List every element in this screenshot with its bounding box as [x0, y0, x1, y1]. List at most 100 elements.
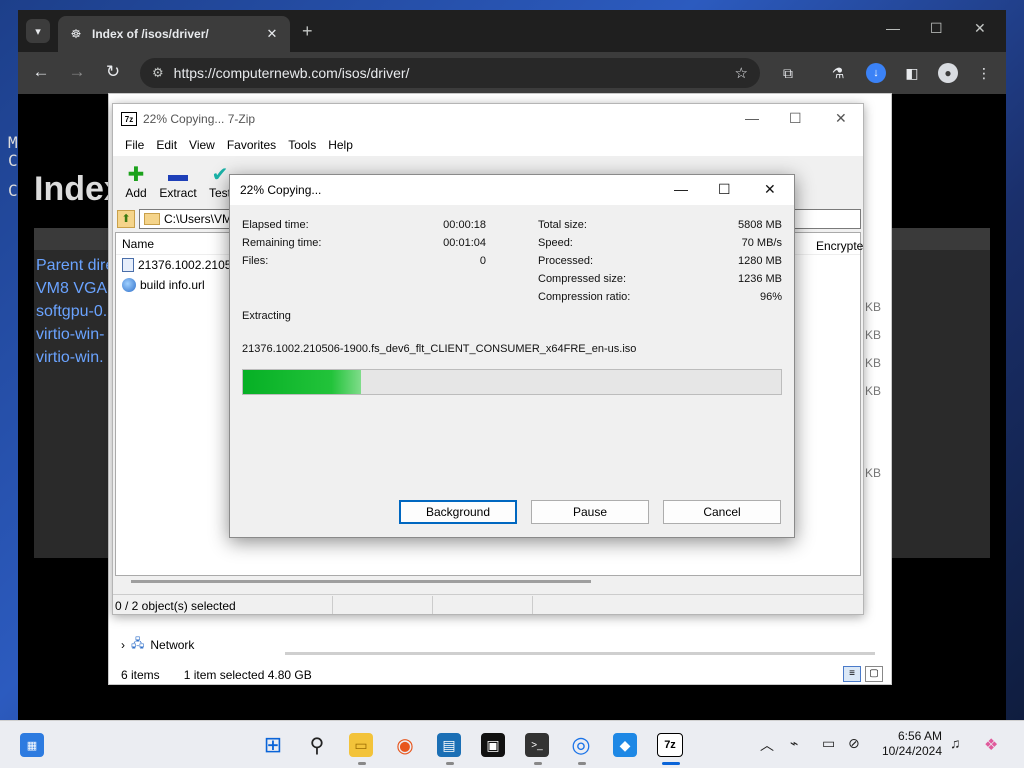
speed-label: Speed: [538, 237, 573, 249]
copilot-icon[interactable]: ❖ [984, 735, 998, 755]
dialog-maximize-button[interactable]: ☐ [718, 181, 731, 198]
size-label: KB [865, 384, 882, 398]
extract-icon: ▬ [168, 164, 188, 186]
menu-file[interactable]: File [119, 138, 150, 152]
network-icon: 🖧 [131, 636, 145, 650]
folder-icon [144, 213, 160, 225]
size-label: KB [865, 328, 882, 342]
browser-tab[interactable]: ☸ Index of /isos/driver/ ✕ [58, 16, 290, 52]
elapsed-value: 00:00:18 [443, 219, 486, 231]
menu-favorites[interactable]: Favorites [221, 138, 282, 152]
profile-avatar-icon[interactable]: ● [938, 63, 958, 83]
extract-button[interactable]: ▬ Extract [159, 164, 197, 200]
sevenzip-maximize-button[interactable]: ☐ [789, 110, 802, 127]
start-icon[interactable]: ⊞ [261, 732, 285, 757]
folder-up-icon[interactable]: ⬆ [117, 210, 135, 228]
menu-view[interactable]: View [183, 138, 221, 152]
list-scrollbar[interactable] [131, 580, 591, 583]
tab-strip: ▾ ☸ Index of /isos/driver/ ✕ + — ☐ ✕ [18, 10, 1006, 52]
dialog-minimize-button[interactable]: — [674, 181, 688, 197]
menu-kebab-icon[interactable]: ⋮ [974, 63, 994, 83]
running-indicator [446, 762, 454, 765]
menu-tools[interactable]: Tools [282, 138, 322, 152]
processed-value: 1280 MB [737, 255, 782, 267]
sevenzip-title: 22% Copying... 7-Zip [143, 112, 256, 126]
listing-link[interactable]: VM8 VGA [36, 277, 114, 300]
side-panel-icon[interactable]: ◧ [902, 63, 922, 83]
listing-link[interactable]: softgpu-0. [36, 300, 114, 323]
extensions-icon[interactable]: ⧉ [778, 63, 798, 83]
download-icon[interactable]: ↓ [866, 63, 886, 83]
chrome-icon[interactable]: ◎ [569, 732, 593, 757]
labs-icon[interactable]: ⚗ [828, 63, 848, 83]
progress-bar [242, 369, 782, 395]
firefox-icon[interactable]: ◉ [393, 733, 417, 757]
widgets-icon[interactable]: ▦ [20, 733, 44, 757]
browser-toolbar: ← → ↻ ⚙ https://computernewb.com/isos/dr… [18, 52, 1006, 94]
terminal-icon[interactable]: >_ [525, 733, 549, 757]
item-count: 6 items [121, 668, 160, 682]
address-bar[interactable]: ⚙ https://computernewb.com/isos/driver/ … [140, 58, 760, 88]
forward-button[interactable]: → [66, 62, 88, 82]
back-button[interactable]: ← [30, 62, 52, 82]
tiles-view-icon[interactable]: ▢ [865, 666, 883, 682]
file-explorer-icon[interactable]: ▭ [349, 733, 373, 757]
app-icon[interactable]: ◆ [613, 733, 637, 757]
network-status-icon[interactable]: ⌁ [790, 735, 798, 752]
minimize-button[interactable]: — [886, 20, 900, 36]
view-toggle: ≡ ▢ [843, 666, 883, 682]
site-info-icon[interactable]: ⚙ [152, 65, 164, 81]
total-size-label: Total size: [538, 219, 587, 231]
task-manager-icon[interactable]: ▤ [437, 733, 461, 757]
explorer-status-bar: 6 items 1 item selected 4.80 GB [109, 664, 891, 686]
nav-item-network[interactable]: › 🖧 Network [121, 634, 194, 655]
file-icon [122, 258, 134, 272]
background-button[interactable]: Background [399, 500, 517, 524]
size-label: KB [865, 466, 882, 480]
tab-title: Index of /isos/driver/ [92, 27, 209, 41]
tab-search-button[interactable]: ▾ [26, 19, 50, 43]
page-side-letters: M C C [8, 133, 18, 200]
details-view-icon[interactable]: ≡ [843, 666, 861, 682]
display-icon[interactable]: ▭ [822, 735, 835, 752]
column-header-encrypted[interactable]: Encrypte [816, 239, 863, 253]
new-tab-button[interactable]: + [302, 21, 313, 42]
sevenzip-close-button[interactable]: ✕ [835, 110, 847, 127]
clock[interactable]: 6:56 AM 10/24/2024 [872, 729, 942, 759]
menu-help[interactable]: Help [322, 138, 359, 152]
pause-button[interactable]: Pause [531, 500, 649, 524]
clock-date: 10/24/2024 [881, 744, 942, 758]
bell-icon[interactable]: ♫ [950, 735, 961, 751]
close-window-button[interactable]: ✕ [974, 20, 986, 37]
add-button[interactable]: ✚ Add [117, 164, 155, 200]
explorer-scrollbar[interactable] [285, 652, 875, 655]
speed-value: 70 MB/s [741, 237, 782, 249]
dialog-close-button[interactable]: ✕ [764, 181, 776, 198]
sevenzip-status-bar: 0 / 2 object(s) selected [113, 594, 863, 614]
dialog-title: 22% Copying... [240, 183, 322, 197]
listing-link[interactable]: virtio-win. [36, 346, 114, 369]
listing-link[interactable]: virtio-win- [36, 323, 114, 346]
dialog-titlebar: 22% Copying... [230, 175, 794, 205]
menu-edit[interactable]: Edit [150, 138, 183, 152]
listing-link[interactable]: Parent dire [36, 254, 114, 277]
search-icon[interactable]: ⚲ [305, 733, 329, 757]
files-value: 0 [479, 255, 486, 267]
clock-time: 6:56 AM [897, 729, 942, 743]
network-label: Network [150, 637, 195, 652]
sevenzip-taskbar-icon[interactable]: 7z [657, 733, 683, 757]
volume-icon[interactable]: ⊘ [848, 735, 860, 752]
tab-close-button[interactable]: ✕ [264, 26, 280, 42]
sevenzip-minimize-button[interactable]: — [745, 110, 759, 126]
path-text: C:\Users\VM [164, 212, 233, 226]
reload-button[interactable]: ↻ [102, 62, 124, 82]
bookmark-star-icon[interactable]: ☆ [735, 64, 748, 82]
elapsed-label: Elapsed time: [242, 219, 309, 231]
sevenzip-menubar: File Edit View Favorites Tools Help [113, 134, 863, 156]
files-label: Files: [242, 255, 269, 267]
maximize-button[interactable]: ☐ [930, 20, 943, 37]
cancel-button[interactable]: Cancel [663, 500, 781, 524]
chevron-up-icon[interactable]: ︿ [760, 735, 774, 755]
cmd-icon[interactable]: ▣ [481, 733, 505, 757]
processed-label: Processed: [538, 255, 594, 267]
